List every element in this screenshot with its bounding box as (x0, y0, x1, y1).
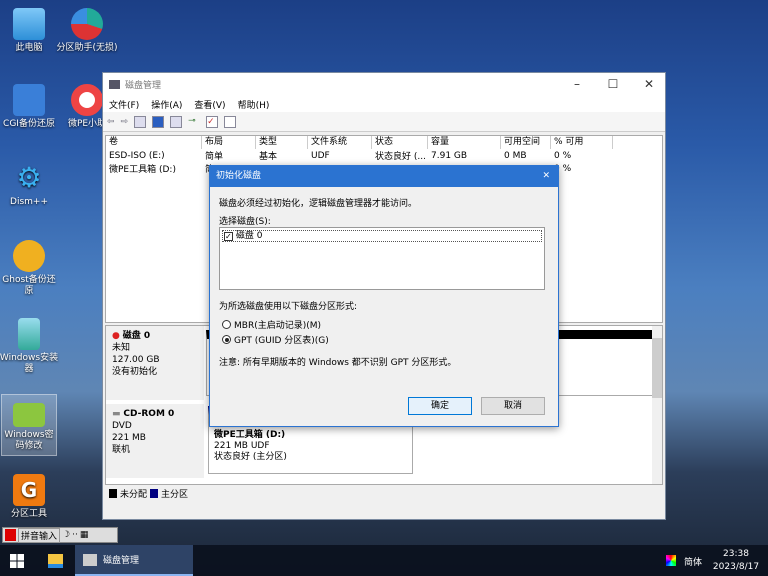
window-title: 磁盘管理 (125, 81, 162, 91)
ime-bar: 拼音输入 ☽ ·· ▦ (2, 527, 118, 543)
menu-bar: 文件(F) 操作(A) 查看(V) 帮助(H) (103, 96, 665, 112)
col-volume[interactable]: 卷 (106, 136, 202, 149)
lifebuoy-icon (71, 84, 103, 116)
table-header: 卷 布局 类型 文件系统 状态 容量 可用空间 % 可用 (106, 136, 662, 149)
desktop-icon-password[interactable]: Windows密码修改 (1, 394, 57, 456)
partition-assistant-icon (71, 8, 103, 40)
disk-list-item[interactable]: ✓ 磁盘 0 (222, 230, 542, 242)
disk-0-label[interactable]: ● 磁盘 0 未知 127.00 GB 没有初始化 (106, 326, 204, 400)
dialog-close-button[interactable]: ✕ (542, 166, 550, 187)
col-capacity[interactable]: 容量 (428, 136, 501, 149)
forward-icon[interactable]: ⇨ (121, 117, 129, 127)
ime-logo-icon (5, 529, 16, 541)
help-icon[interactable] (152, 115, 165, 128)
color-icon[interactable] (666, 555, 676, 566)
cdrom-icon: ▬ (112, 409, 121, 419)
disk-checkbox[interactable]: ✓ (224, 232, 233, 241)
disk-management-icon (109, 80, 120, 89)
console-tree-icon[interactable] (134, 115, 147, 128)
properties-icon[interactable] (170, 115, 183, 128)
diskgenius-icon: G (13, 474, 45, 506)
gpt-radio[interactable]: GPT (GUID 分区表)(G) (222, 333, 329, 346)
cancel-button[interactable]: 取消 (481, 397, 545, 415)
initialize-disk-dialog: 初始化磁盘 ✕ 磁盘必须经过初始化，逻辑磁盘管理器才能访问。 选择磁盘(S): … (209, 165, 559, 427)
toolbar: ⇦ ⇨ ⊸ ✓ (103, 112, 665, 132)
dialog-message: 磁盘必须经过初始化，逻辑磁盘管理器才能访问。 (219, 199, 418, 209)
scrollbar[interactable] (652, 326, 662, 484)
close-button[interactable]: ✕ (631, 73, 667, 96)
gears-icon: ⚙ (16, 161, 42, 194)
desktop-icon-installer[interactable]: Windows安装器 (0, 318, 60, 375)
connect-icon[interactable]: ⊸ (188, 116, 200, 128)
menu-help[interactable]: 帮助(H) (238, 98, 270, 111)
language-indicator[interactable]: 简体 (684, 555, 702, 568)
col-free[interactable]: 可用空间 (501, 136, 551, 149)
ime-punctuation-icon[interactable]: ☽ (62, 530, 70, 540)
dialog-note: 注意: 所有早期版本的 Windows 都不识别 GPT 分区形式。 (219, 358, 457, 368)
desktop-icon-diskgenius[interactable]: G 分区工具 (0, 474, 60, 520)
col-status[interactable]: 状态 (372, 136, 428, 149)
disk-error-icon: ● (112, 331, 120, 341)
desktop-icon-this-pc[interactable]: 此电脑 (0, 8, 60, 54)
list-icon[interactable] (224, 115, 237, 128)
menu-action[interactable]: 操作(A) (151, 98, 182, 111)
ime-mode-button[interactable]: 拼音输入 (18, 527, 61, 543)
desktop-icon-dism[interactable]: ⚙ Dism++ (0, 162, 60, 208)
cgi-icon (13, 84, 45, 116)
ime-dot-icon[interactable]: ·· (72, 530, 78, 540)
taskbar-disk-management[interactable]: 磁盘管理 (75, 545, 193, 576)
col-layout[interactable]: 布局 (202, 136, 256, 149)
file-explorer-icon[interactable] (48, 554, 63, 568)
desktop-icon-ghost[interactable]: Ghost备份还原 (0, 240, 60, 297)
minimize-button[interactable]: – (559, 73, 595, 96)
clock[interactable]: 23:38 2023/8/17 (712, 548, 760, 574)
ghost-icon (13, 240, 45, 272)
start-button[interactable] (10, 554, 24, 568)
desktop-icon-partition-assistant[interactable]: 分区助手(无损) (56, 8, 118, 54)
col-type[interactable]: 类型 (256, 136, 308, 149)
ime-keyboard-icon[interactable]: ▦ (80, 530, 89, 540)
dialog-title-bar: 初始化磁盘 ✕ (210, 166, 558, 187)
maximize-button[interactable]: ☐ (595, 73, 631, 96)
partition-style-label: 为所选磁盘使用以下磁盘分区形式: (219, 302, 358, 312)
unlock-icon (13, 403, 45, 427)
computer-icon (13, 8, 45, 40)
legend: 未分配 主分区 (105, 485, 188, 501)
col-percent[interactable]: % 可用 (551, 136, 613, 149)
disk-list: ✓ 磁盘 0 (219, 227, 545, 290)
back-icon[interactable]: ⇦ (107, 117, 115, 127)
title-bar: 磁盘管理 – ☐ ✕ (103, 73, 665, 96)
table-row[interactable]: ESD-ISO (E:) 简单 基本 UDF 状态良好 (... 7.91 GB 0 MB 0… (106, 149, 662, 163)
select-disk-label: 选择磁盘(S): (219, 217, 271, 227)
mbr-radio[interactable]: MBR(主启动记录)(M) (222, 318, 321, 331)
check-icon[interactable]: ✓ (206, 115, 219, 128)
installer-icon (18, 318, 40, 350)
menu-view[interactable]: 查看(V) (194, 98, 225, 111)
ok-button[interactable]: 确定 (408, 397, 472, 415)
menu-file[interactable]: 文件(F) (109, 98, 139, 111)
cdrom-0-label[interactable]: ▬ CD-ROM 0 DVD 221 MB 联机 (106, 404, 204, 478)
taskbar: 磁盘管理 简体 23:38 2023/8/17 (0, 545, 768, 576)
col-fs[interactable]: 文件系统 (308, 136, 372, 149)
disk-management-icon (83, 553, 97, 566)
desktop-icon-cgi[interactable]: CGI备份还原 (0, 84, 60, 130)
